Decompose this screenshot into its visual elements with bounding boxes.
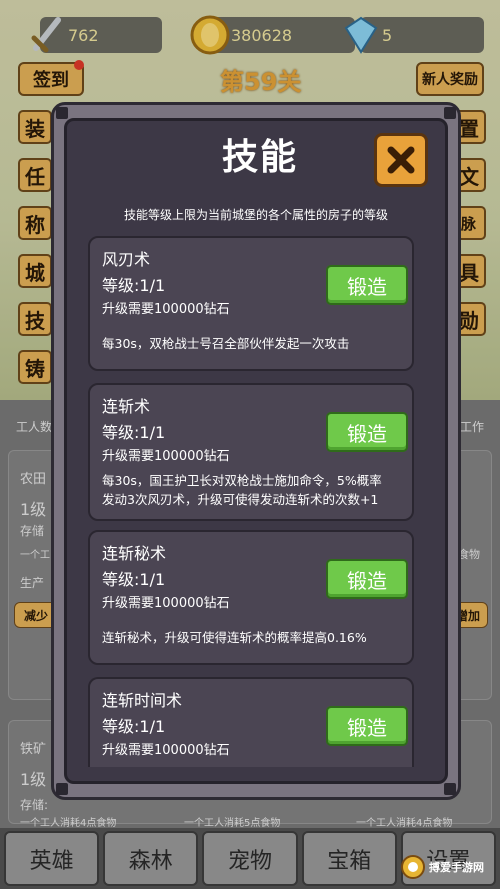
modal-rivet [56, 107, 68, 119]
close-icon [387, 146, 415, 174]
skill-level: 等级:1/1 [102, 423, 166, 442]
skill-name: 风刃术 [102, 250, 151, 269]
skill-card: 连斩时间术 等级:1/1 升级需要100000钻石 锻造 [88, 677, 414, 767]
close-button[interactable] [374, 133, 428, 187]
modal-rivet [444, 783, 456, 795]
watermark: 搏爱手游网 [400, 850, 494, 884]
skill-cap-note: 技能等级上限为当前城堡的各个属性的房子的等级 [123, 208, 388, 222]
forge-label: 锻造 [347, 715, 387, 740]
skill-cost: 升级需要100000钻石 [102, 596, 230, 611]
skill-description-line2: 发动3次风刃术，升级可使得发动连斩术的次数+1 [102, 492, 379, 507]
watermark-logo-icon [401, 855, 425, 879]
skill-level: 等级:1/1 [102, 276, 166, 295]
skill-description: 连斩秘术，升级可使得连斩术的概率提高0.16% [102, 630, 367, 645]
skill-level: 等级:1/1 [102, 570, 166, 589]
skill-cost: 升级需要100000钻石 [102, 302, 230, 317]
skill-level: 等级:1/1 [102, 717, 166, 736]
skill-card: 连斩秘术 等级:1/1 升级需要100000钻石 连斩秘术，升级可使得连斩术的概… [88, 530, 414, 665]
skill-card: 风刃术 等级:1/1 升级需要100000钻石 每30s，双枪战士号召全部伙伴发… [88, 236, 414, 371]
forge-button[interactable]: 锻造 [326, 412, 408, 452]
forge-button[interactable]: 锻造 [326, 559, 408, 599]
forge-button[interactable]: 锻造 [326, 706, 408, 746]
watermark-text: 搏爱手游网 [429, 861, 484, 874]
skill-cost: 升级需要100000钻石 [102, 449, 230, 464]
modal-rivet [444, 107, 456, 119]
modal-rivet [56, 783, 68, 795]
skill-description: 每30s，双枪战士号召全部伙伴发起一次攻击 [102, 336, 350, 351]
skill-card: 连斩术 等级:1/1 升级需要100000钻石 每30s，国王护卫长对双枪战士施… [88, 383, 414, 521]
skill-cost: 升级需要100000钻石 [102, 743, 230, 758]
forge-label: 锻造 [347, 274, 387, 299]
forge-label: 锻造 [347, 421, 387, 446]
modal-title: 技能 [221, 137, 298, 178]
skill-name: 连斩时间术 [102, 691, 183, 710]
forge-button[interactable]: 锻造 [326, 265, 408, 305]
skill-description: 每30s，国王护卫长对双枪战士施加命令，5%概率 [102, 473, 382, 488]
skill-name: 连斩术 [102, 397, 151, 416]
skill-name: 连斩秘术 [102, 544, 167, 563]
forge-label: 锻造 [347, 568, 387, 593]
